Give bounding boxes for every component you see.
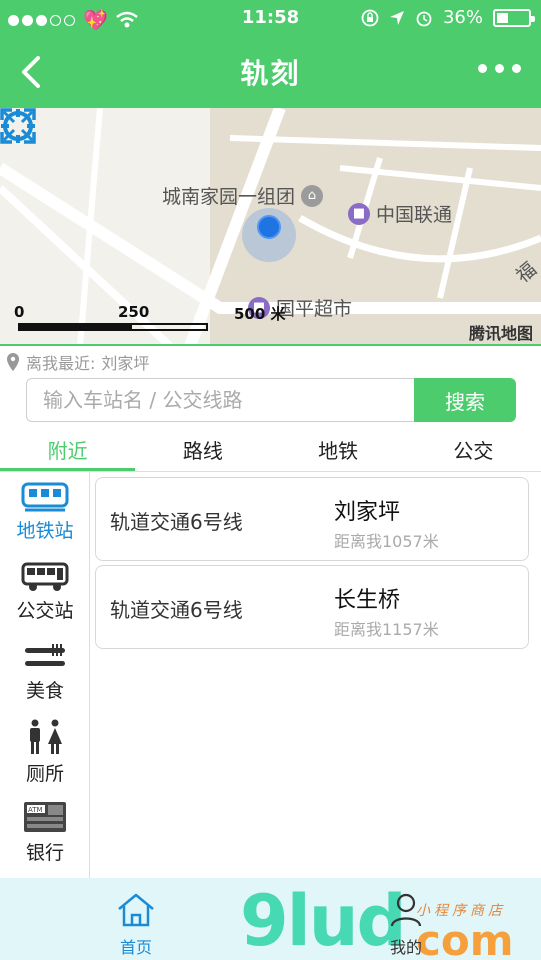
tab-routes[interactable]: 路线: [135, 432, 270, 471]
status-bar: 💖 11:58 36%: [0, 0, 541, 36]
metro-icon: [21, 482, 69, 511]
station-line: 轨道交通6号线: [110, 510, 243, 534]
fullscreen-icon[interactable]: [0, 108, 36, 144]
station-name: 刘家坪: [334, 500, 401, 525]
alarm-icon: [416, 11, 432, 26]
station-line: 轨道交通6号线: [110, 598, 243, 622]
nearest-prefix: 离我最近:: [26, 354, 96, 373]
user-icon: [390, 893, 422, 927]
map-scale: 0 250 500 米: [14, 303, 294, 339]
bus-icon: [21, 562, 69, 591]
station-list: 轨道交通6号线 刘家坪 距离我1057米 轨道交通6号线 长生桥 距离我1157…: [95, 477, 529, 653]
atm-icon: ATM: [24, 801, 66, 832]
tab-metro[interactable]: 地铁: [271, 432, 406, 471]
category-metro[interactable]: 地铁站: [0, 472, 90, 552]
search-input[interactable]: 输入车站名 / 公交线路: [26, 378, 416, 422]
header: 💖 11:58 36% 轨刻: [0, 0, 541, 108]
home-icon: ⌂: [301, 184, 324, 207]
category-bus[interactable]: 公交站: [0, 552, 90, 632]
poi-home-label[interactable]: 城南家园一组团 ⌂: [162, 182, 324, 209]
category-tabs: 附近 路线 地铁 公交: [0, 432, 541, 472]
tabbar-home[interactable]: 首页: [86, 892, 186, 958]
category-restroom[interactable]: 厕所: [0, 712, 90, 792]
search-button[interactable]: 搜索: [414, 378, 516, 422]
station-distance: 距离我1157米: [334, 620, 439, 639]
svg-text:ATM: ATM: [28, 806, 43, 814]
bottom-tab-bar: 首页 9lud 小程序商店 com 我的: [0, 878, 541, 960]
nearest-station-name: 刘家坪: [101, 354, 150, 373]
station-card[interactable]: 轨道交通6号线 长生桥 距离我1157米: [95, 565, 529, 649]
station-name: 长生桥: [334, 588, 401, 613]
user-location-dot: [257, 215, 281, 239]
rotation-lock-icon: [361, 9, 379, 26]
category-bank[interactable]: ATM 银行: [0, 792, 90, 872]
map-view[interactable]: 城南家园一组团 ⌂ ■ 中国联通 ■ 国平超市 福 0 250 500 米 腾讯…: [0, 108, 541, 346]
category-food[interactable]: 美食: [0, 632, 90, 712]
station-card[interactable]: 轨道交通6号线 刘家坪 距离我1057米: [95, 477, 529, 561]
map-provider-logo: 腾讯地图: [468, 324, 533, 343]
more-dots-icon[interactable]: [478, 64, 521, 73]
location-pin-icon: [7, 353, 19, 371]
location-arrow-icon: [389, 10, 404, 25]
poi-unicom-label[interactable]: ■ 中国联通: [348, 200, 452, 227]
tabbar-mine[interactable]: 我的: [356, 892, 456, 958]
station-distance: 距离我1057米: [334, 532, 439, 551]
nav-bar: 轨刻: [0, 36, 541, 108]
page-title: 轨刻: [240, 57, 301, 90]
nearest-station-hint: 离我最近: 刘家坪: [6, 350, 149, 374]
battery-icon: [493, 8, 535, 27]
tab-bus[interactable]: 公交: [406, 432, 541, 471]
restroom-icon: [30, 719, 62, 754]
food-icon: [25, 643, 65, 666]
battery-percent: 36%: [442, 7, 483, 28]
search-area: 离我最近: 刘家坪 输入车站名 / 公交线路 搜索: [0, 346, 541, 432]
poi-icon: ■: [348, 202, 370, 225]
tab-nearby[interactable]: 附近: [0, 432, 136, 471]
poi-category-sidebar: 地铁站 公交站 美食 厕所 ATM 银行: [0, 472, 90, 878]
home-icon: [118, 893, 154, 927]
